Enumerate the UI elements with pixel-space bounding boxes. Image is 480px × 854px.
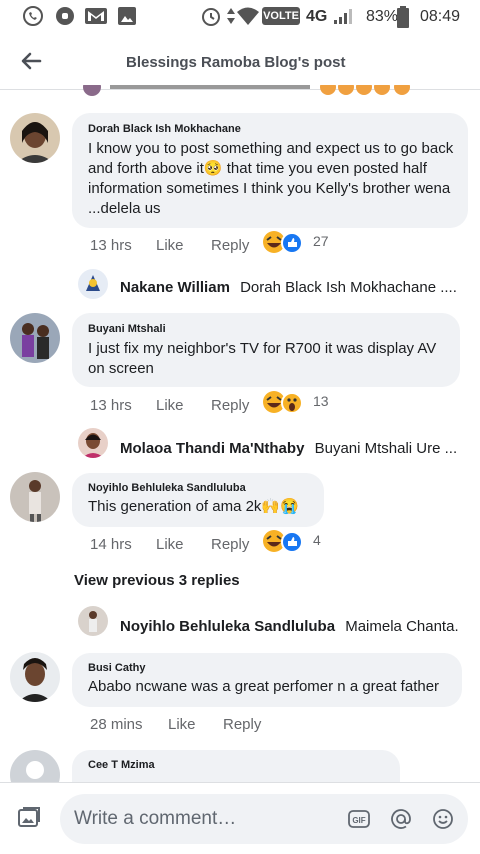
comment-text: I just fix my neighbor's TV for R700 it …	[88, 340, 437, 377]
reaction-icons[interactable]	[262, 529, 306, 553]
emoji-icon[interactable]	[432, 808, 454, 830]
battery-icon	[397, 6, 409, 28]
cutoff-previous-reply	[80, 84, 440, 96]
reply-button[interactable]: Reply	[211, 237, 249, 254]
comment-timestamp: 13 hrs	[90, 397, 132, 414]
like-button[interactable]: Like	[156, 536, 184, 553]
like-button[interactable]: Like	[156, 397, 184, 414]
like-button[interactable]: Like	[168, 716, 196, 733]
comment-author[interactable]: Noyihlo Behluleka Sandluluba	[88, 482, 310, 494]
reply-snippet: Buyani Mtshali Ure ...	[314, 440, 458, 457]
back-arrow-icon[interactable]	[18, 48, 44, 74]
comment-bubble[interactable]: Dorah Black Ish Mokhachane I know you to…	[72, 113, 468, 228]
comment-bubble[interactable]: Buyani Mtshali I just fix my neighbor's …	[72, 313, 460, 387]
data-transfer-icon	[227, 8, 235, 24]
reply-button[interactable]: Reply	[223, 716, 261, 733]
network-type: 4G	[306, 8, 328, 25]
clock: 08:49	[420, 8, 461, 25]
comment-author[interactable]: Busi Cathy	[88, 662, 448, 674]
reply-preview[interactable]: Nakane William Dorah Black Ish Mokhachan…	[120, 279, 460, 296]
comment-input[interactable]: Write a comment… GIF	[60, 794, 468, 844]
volte-badge: VOLTE	[262, 7, 300, 25]
reply-snippet: Dorah Black Ish Mokhachane ....	[240, 279, 457, 296]
reply-button[interactable]: Reply	[211, 397, 249, 414]
comment-author[interactable]: Cee T Mzima	[88, 759, 386, 771]
avatar[interactable]	[10, 472, 60, 522]
page-title: Blessings Ramoba Blog's post	[126, 54, 346, 71]
like-reaction-icon	[281, 232, 303, 254]
like-reaction-icon	[281, 531, 303, 553]
comment-composer: Write a comment… GIF	[0, 782, 480, 854]
wifi-icon	[237, 7, 259, 25]
status-bar: VOLTE 4G 83% 08:49	[0, 0, 480, 32]
post-header: Blessings Ramoba Blog's post	[0, 32, 480, 90]
comment-timestamp: 14 hrs	[90, 536, 132, 553]
comment-text: I know you to post something and expect …	[88, 140, 454, 217]
mention-icon[interactable]	[390, 808, 412, 830]
reaction-icons[interactable]	[262, 390, 306, 414]
like-button[interactable]: Like	[156, 237, 184, 254]
reply-avatar[interactable]	[78, 269, 108, 299]
signal-icon	[334, 9, 352, 24]
comment-bubble[interactable]: Noyihlo Behluleka Sandluluba This genera…	[72, 473, 324, 527]
battery-percent: 83%	[366, 8, 399, 25]
reply-author[interactable]: Molaoa Thandi Ma'Nthaby	[120, 440, 304, 457]
reaction-count[interactable]: 27	[313, 233, 329, 249]
comment-bubble[interactable]: Busi Cathy Ababo ncwane was a great perf…	[72, 653, 462, 707]
comment-timestamp: 28 mins	[90, 716, 143, 733]
gif-icon[interactable]: GIF	[348, 808, 370, 830]
reply-avatar[interactable]	[78, 606, 108, 636]
comment-author[interactable]: Dorah Black Ish Mokhachane	[88, 123, 454, 135]
messenger-icon	[56, 7, 74, 25]
view-previous-replies-link[interactable]: View previous 3 replies	[74, 572, 240, 589]
reaction-count[interactable]: 13	[313, 393, 329, 409]
gif-label: GIF	[352, 816, 365, 825]
photo-icon[interactable]	[16, 805, 42, 831]
reaction-count[interactable]: 4	[313, 532, 321, 548]
whatsapp-icon	[23, 6, 43, 26]
gallery-icon	[118, 7, 136, 25]
wow-reaction-icon	[281, 392, 303, 414]
reply-preview[interactable]: Noyihlo Behluleka Sandluluba Maimela Cha…	[120, 618, 460, 635]
comment-timestamp: 13 hrs	[90, 237, 132, 254]
avatar[interactable]	[10, 652, 60, 702]
alarm-icon	[202, 8, 220, 26]
avatar[interactable]	[10, 113, 60, 163]
reply-author[interactable]: Noyihlo Behluleka Sandluluba	[120, 618, 335, 635]
reply-snippet: Maimela Chanta...	[345, 618, 460, 635]
gmail-icon	[85, 8, 107, 24]
reply-author[interactable]: Nakane William	[120, 279, 230, 296]
reply-preview[interactable]: Molaoa Thandi Ma'Nthaby Buyani Mtshali U…	[120, 440, 460, 457]
reaction-icons[interactable]	[262, 230, 306, 254]
comment-input-placeholder: Write a comment…	[74, 808, 237, 829]
avatar[interactable]	[10, 313, 60, 363]
comment-author[interactable]: Buyani Mtshali	[88, 323, 446, 335]
reply-button[interactable]: Reply	[211, 536, 249, 553]
comment-text: Ababo ncwane was a great perfomer n a gr…	[88, 678, 440, 695]
reply-avatar[interactable]	[78, 428, 108, 458]
comment-text: This generation of ama 2k🙌😭	[88, 498, 299, 515]
